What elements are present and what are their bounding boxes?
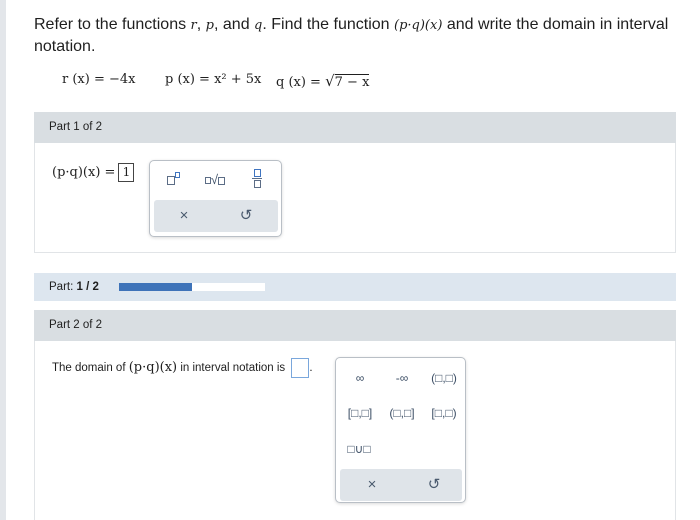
undo-button[interactable]: ↺: [226, 200, 266, 232]
progress-track: [119, 283, 265, 291]
prompt-text-1: Refer to the functions: [34, 16, 191, 33]
part1-expression: (p·q)(x) = 1: [52, 163, 135, 182]
open-closed-interval-button[interactable]: (□,□]: [382, 402, 422, 424]
progress-fill: [119, 283, 192, 291]
progress-label: Part: 1 / 2: [49, 273, 99, 301]
interval-palette: ∞ -∞ (□,□) [□,□] (□,□] [□,□) □∪□ × ↺: [335, 357, 466, 503]
prompt-and: and: [222, 16, 250, 33]
radicand-box-icon: [218, 176, 226, 185]
sqrt-sign: √: [325, 72, 335, 90]
exponent-button[interactable]: [160, 169, 186, 191]
function-r: r (x) = −4x: [62, 72, 136, 87]
prompt-comma-2: ,: [213, 16, 219, 33]
part2-expression: (p·q)(x): [128, 360, 178, 376]
part1-header: Part 1 of 2: [34, 112, 676, 143]
progress-label-prefix: Part:: [49, 281, 74, 293]
function-q-left: q (x) =: [276, 75, 326, 90]
part1-body: (p·q)(x) = 1 √ × ↺: [34, 143, 676, 253]
prompt-comma-1: ,: [196, 16, 202, 33]
nth-root-button[interactable]: √: [198, 169, 232, 191]
radical-icon: √: [210, 172, 219, 187]
part2-palette-footer: × ↺: [340, 469, 462, 501]
interval-undo-button[interactable]: ↺: [414, 469, 454, 501]
part1-palette-footer: × ↺: [154, 200, 278, 232]
open-open-interval-button[interactable]: (□,□): [425, 367, 463, 389]
part2-prompt: The domain of (p·q)(x) in interval notat…: [52, 358, 313, 378]
exponent-box-icon: [174, 172, 180, 178]
part2-period: .: [309, 362, 313, 375]
part1-answer-box[interactable]: 1: [118, 163, 135, 182]
infinity-button[interactable]: ∞: [342, 367, 378, 389]
denominator-box-icon: [253, 180, 261, 188]
base-box-icon: [166, 176, 175, 186]
part2-header: Part 2 of 2: [34, 310, 676, 341]
fraction-button[interactable]: [248, 165, 266, 193]
function-definitions: r (x) = −4x p (x) = x² + 5x q (x) = √7 −…: [0, 72, 700, 96]
function-q: q (x) = √7 − x: [276, 72, 370, 90]
domain-answer-box[interactable]: [291, 358, 310, 378]
prompt-composite: (p·q)(x): [394, 18, 443, 33]
union-button[interactable]: □∪□: [342, 438, 376, 460]
closed-open-interval-button[interactable]: [□,□): [424, 402, 464, 424]
closed-closed-interval-button[interactable]: [□,□]: [340, 402, 380, 424]
fraction-bar-icon: [252, 178, 262, 179]
function-p: p (x) = x² + 5x: [165, 72, 262, 87]
part2-prompt-before: The domain of: [52, 362, 126, 375]
progress-strip: Part: 1 / 2: [34, 273, 676, 301]
numerator-box-icon: [253, 169, 261, 177]
part1-expression-text: (p·q)(x) =: [52, 165, 116, 180]
interval-clear-button[interactable]: ×: [352, 469, 392, 501]
part2-body: The domain of (p·q)(x) in interval notat…: [34, 341, 676, 520]
part2-prompt-after: in interval notation is: [180, 362, 286, 375]
var-p: p: [205, 18, 214, 33]
prompt-text-2: . Find the function: [262, 16, 395, 33]
neg-infinity-button[interactable]: -∞: [384, 367, 420, 389]
clear-button[interactable]: ×: [164, 200, 204, 232]
progress-label-value: 1 / 2: [76, 281, 99, 293]
function-q-radicand: 7 − x: [334, 74, 370, 90]
question-prompt: Refer to the functions r, p, and q. Find…: [34, 14, 674, 57]
part1-math-palette: √ × ↺: [149, 160, 282, 237]
